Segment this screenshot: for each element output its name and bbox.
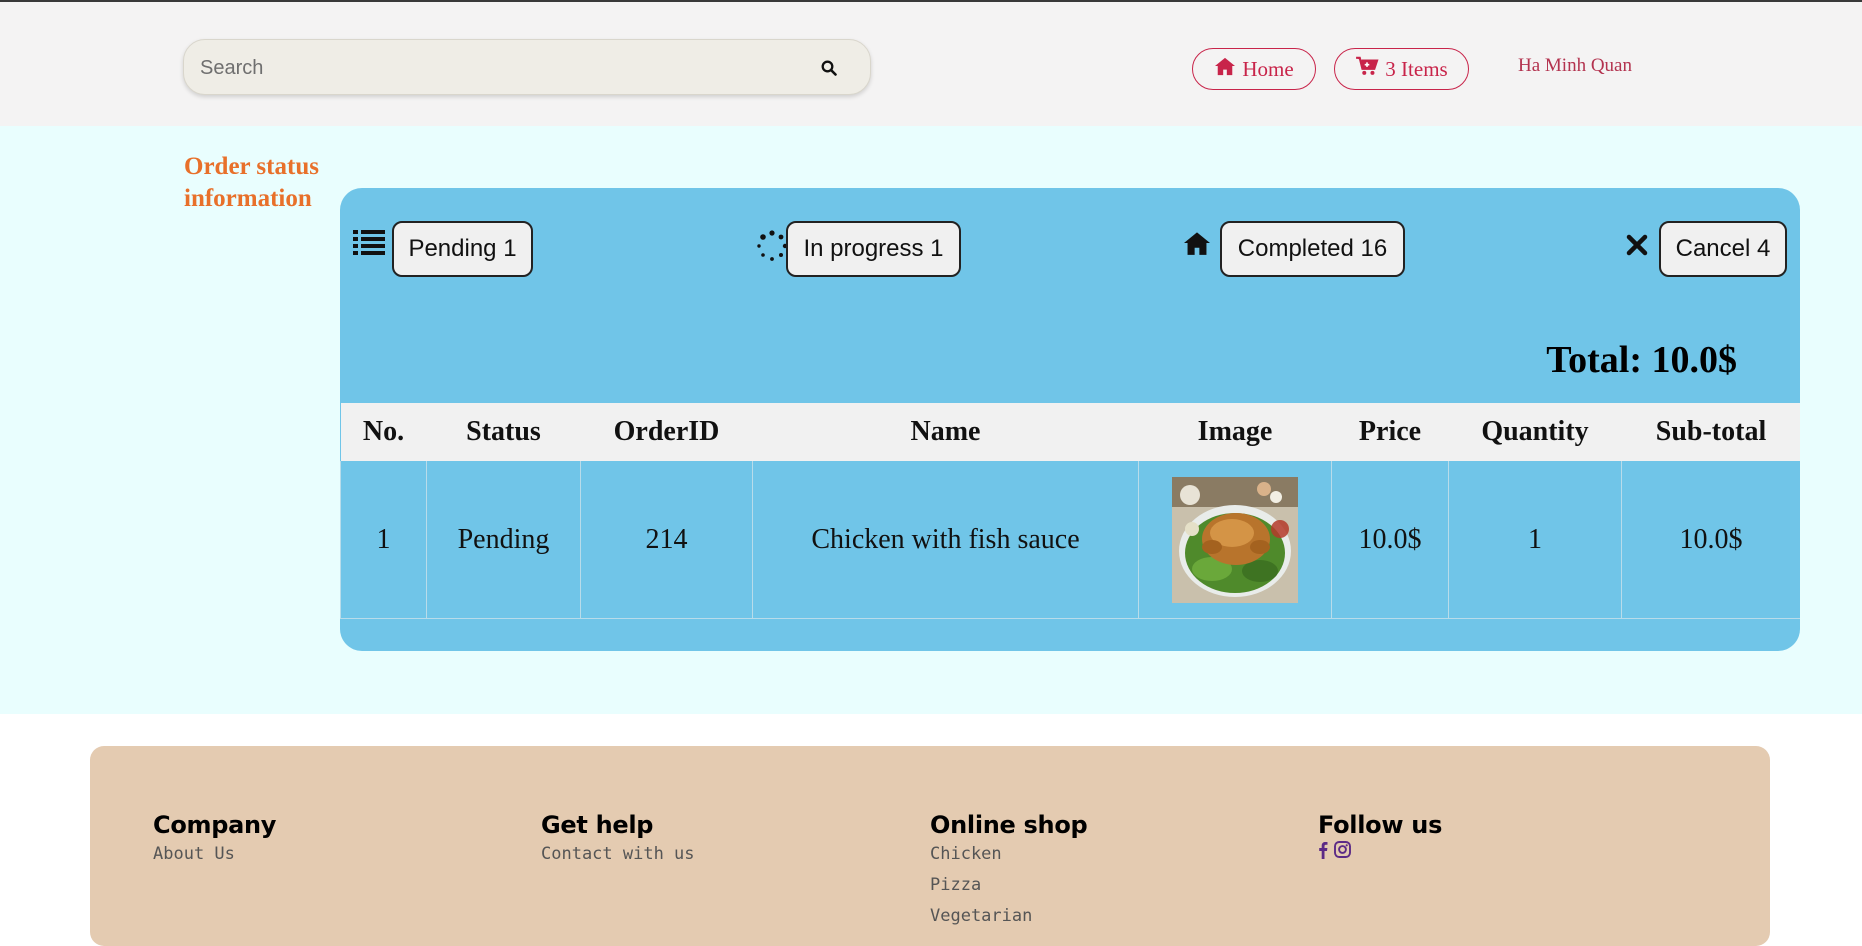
column-header: Price: [1331, 403, 1449, 461]
row-quantity: 1: [1448, 461, 1622, 619]
search-icon: [821, 60, 837, 81]
list-icon: [352, 226, 386, 260]
footer: Company About Us Get help Contact with u…: [90, 746, 1770, 946]
completed-filter-button[interactable]: Completed 16: [1220, 221, 1405, 277]
home-icon: [1181, 228, 1213, 258]
column-header: No.: [340, 403, 427, 461]
cart-icon: [1355, 56, 1379, 82]
in-progress-filter-button[interactable]: In progress 1: [786, 221, 961, 277]
home-button-label: Home: [1242, 56, 1294, 81]
home-icon: [1214, 56, 1236, 82]
top-navbar: Home 3 Items Ha Minh Quan: [0, 2, 1862, 126]
spinner-icon: [756, 230, 788, 262]
row-subtotal: 10.0$: [1621, 461, 1800, 619]
column-header: Image: [1138, 403, 1332, 461]
search-bar: [183, 39, 871, 95]
footer-heading: Get help: [541, 811, 654, 839]
row-image-cell: [1138, 461, 1332, 619]
footer-link-vegetarian[interactable]: Vegetarian: [930, 901, 1087, 932]
footer-link-chicken[interactable]: Chicken: [930, 839, 1087, 870]
instagram-icon[interactable]: [1334, 841, 1351, 864]
footer-link-pizza[interactable]: Pizza: [930, 870, 1087, 901]
row-price: 10.0$: [1331, 461, 1449, 619]
footer-link-contact[interactable]: Contact with us: [541, 839, 695, 870]
row-order-id: 214: [580, 461, 753, 619]
footer-shop-column: Online shop Chicken Pizza Vegetarian: [930, 811, 1088, 932]
column-header: Sub-total: [1621, 403, 1800, 461]
cart-button-label: 3 Items: [1385, 56, 1448, 81]
home-button[interactable]: Home: [1192, 48, 1316, 90]
column-header: OrderID: [580, 403, 753, 461]
orders-table: No. Status OrderID Name Image Price Quan…: [340, 403, 1800, 619]
footer-help-column: Get help Contact with us: [541, 811, 695, 870]
column-header: Quantity: [1448, 403, 1622, 461]
pending-filter-button[interactable]: Pending 1: [392, 221, 533, 277]
footer-heading: Follow us: [1318, 811, 1443, 839]
search-button[interactable]: [812, 55, 846, 85]
user-name-link[interactable]: Ha Minh Quan: [1518, 55, 1632, 77]
social-links: [1318, 841, 1442, 864]
order-status-panel: Pending 1 In progress 1 Completed 16 Can…: [340, 188, 1800, 651]
table-header-row: No. Status OrderID Name Image Price Quan…: [340, 403, 1800, 461]
facebook-icon[interactable]: [1318, 841, 1328, 864]
footer-link-about-us[interactable]: About Us: [153, 839, 276, 870]
order-total: Total: 10.0$: [1546, 339, 1737, 381]
footer-heading: Online shop: [930, 811, 1088, 839]
footer-company-column: Company About Us: [153, 811, 276, 870]
search-input[interactable]: [198, 48, 762, 88]
row-status: Pending: [426, 461, 581, 619]
close-icon: [1624, 232, 1650, 258]
footer-follow-column: Follow us: [1318, 811, 1442, 864]
row-name: Chicken with fish sauce: [752, 461, 1139, 619]
footer-heading: Company: [153, 811, 277, 839]
column-header: Status: [426, 403, 581, 461]
row-number: 1: [340, 461, 427, 619]
column-header: Name: [752, 403, 1139, 461]
roast-chicken-image: [1172, 476, 1298, 603]
page-title: Order status information: [184, 153, 319, 212]
cancel-filter-button[interactable]: Cancel 4: [1659, 221, 1787, 277]
cart-button[interactable]: 3 Items: [1334, 48, 1469, 90]
table-row: 1 Pending 214 Chicken with fish sauce 10…: [340, 461, 1800, 619]
